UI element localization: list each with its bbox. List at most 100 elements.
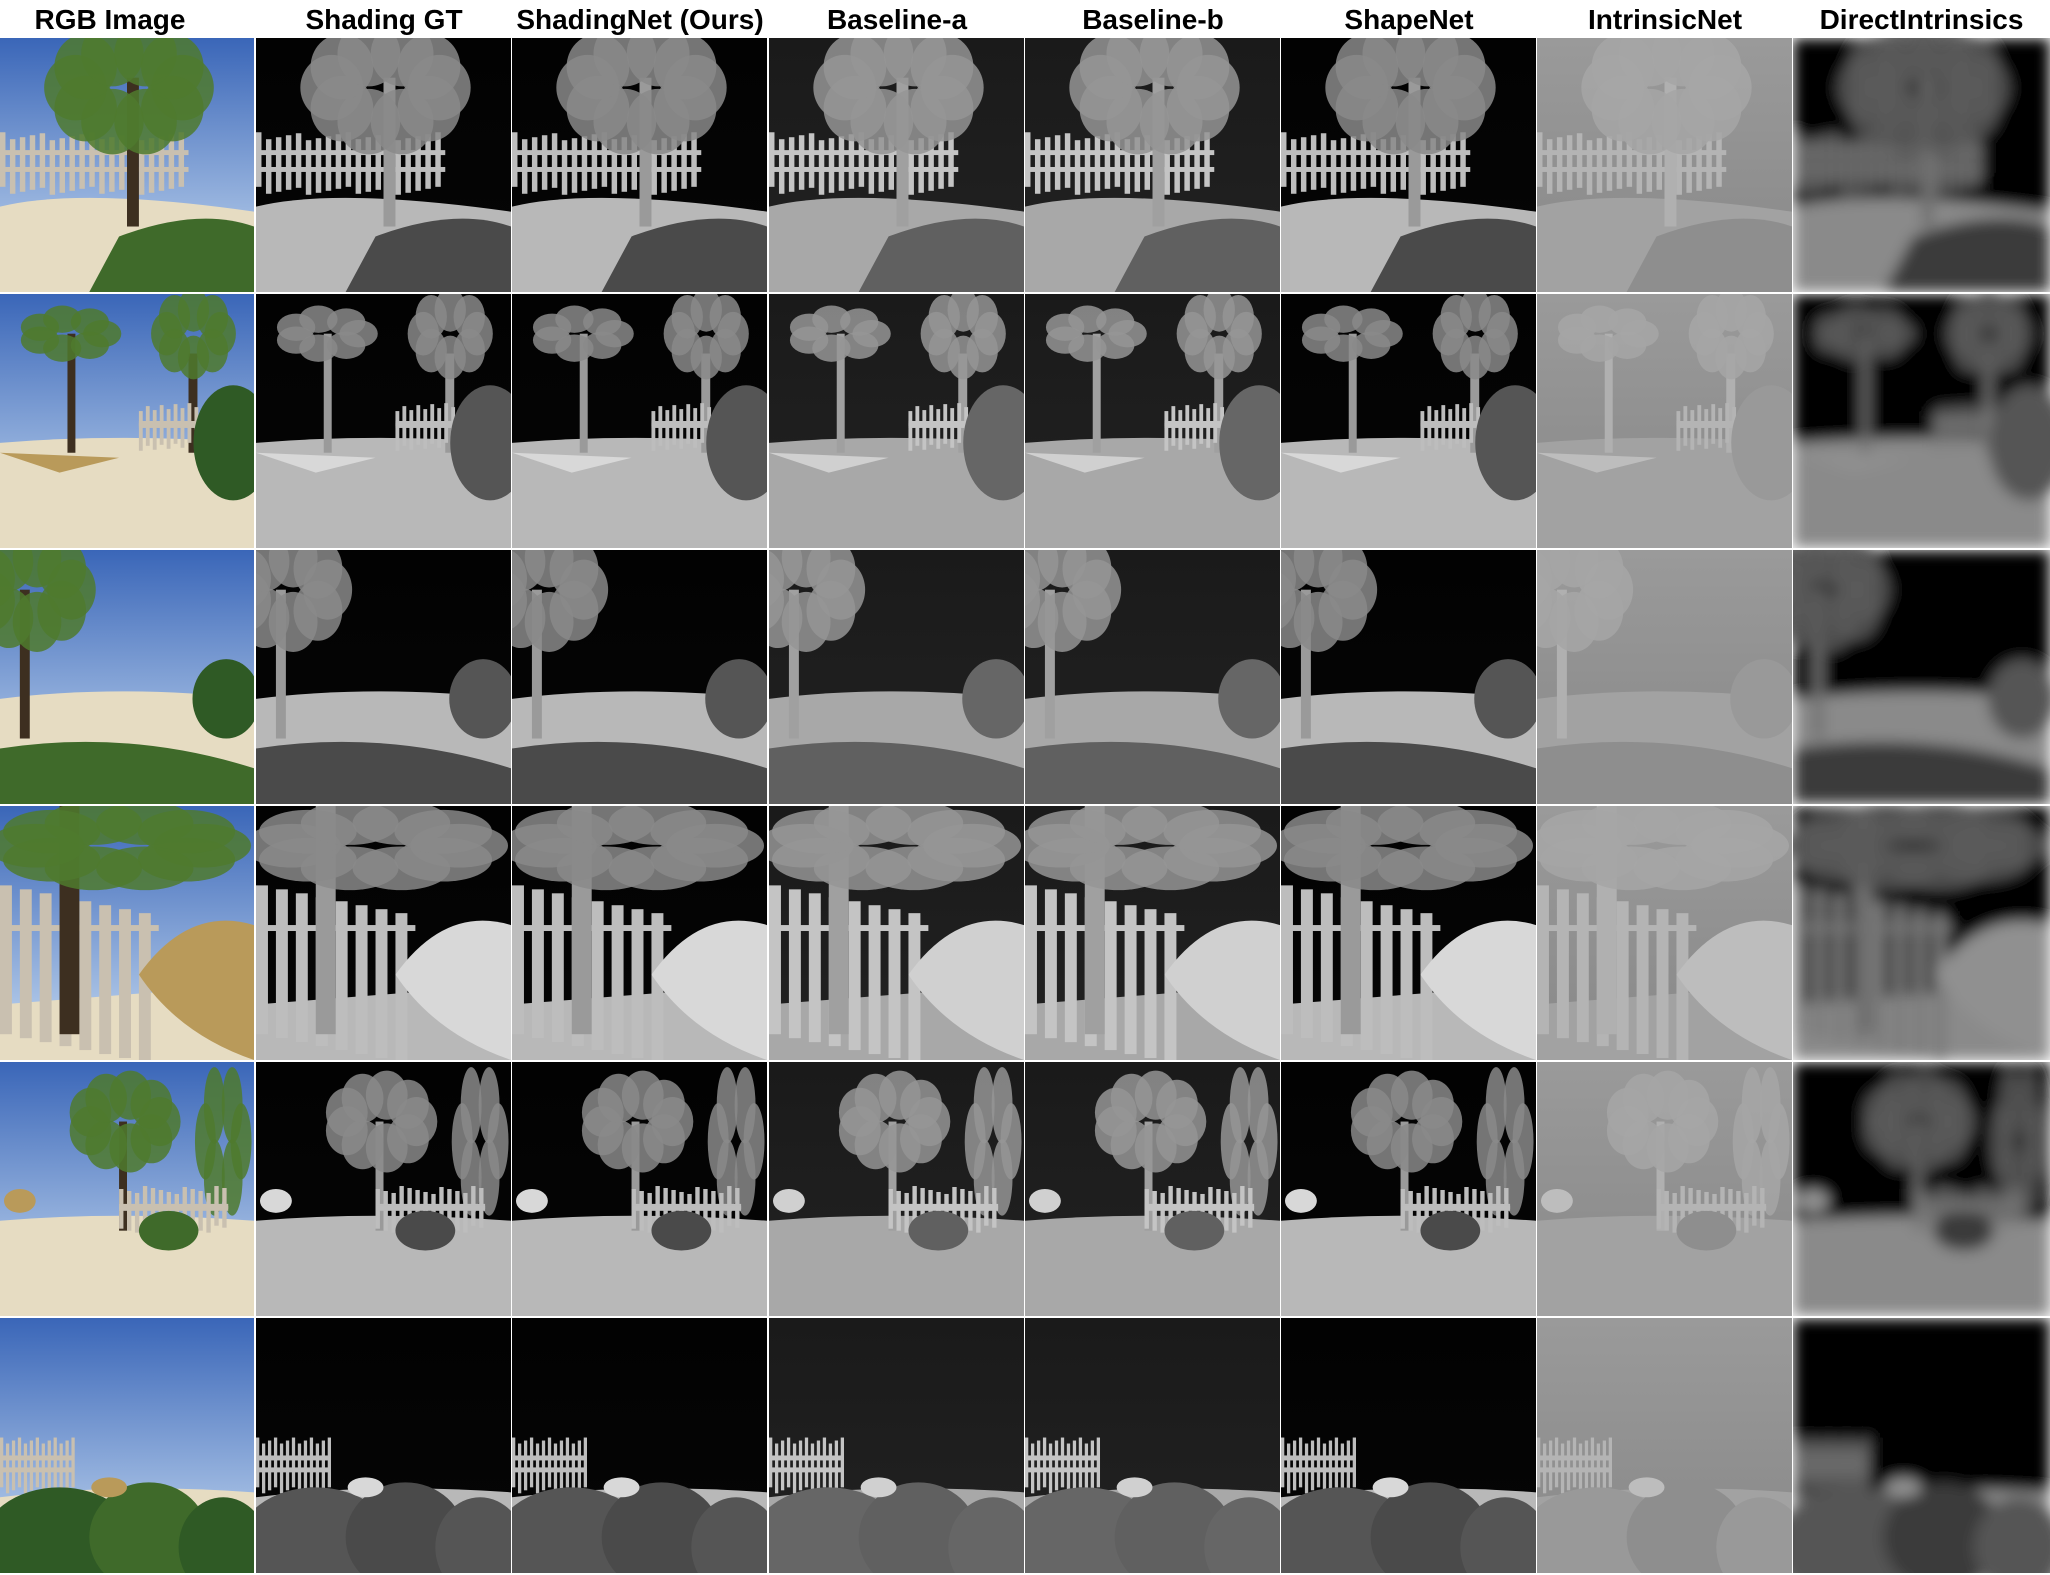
col-header-baseline-a: Baseline-a: [826, 4, 968, 35]
image-scene-5-intrinsicnet: [1537, 1062, 1792, 1316]
image-scene-4-shapenet: [1281, 806, 1536, 1060]
image-scene-4-intrinsicnet: [1537, 806, 1792, 1060]
col-header-rgb: RGB Image: [34, 4, 186, 35]
cell-scene-1-base_b: [1025, 38, 1280, 292]
cell-scene-3-base_b: [1025, 550, 1280, 804]
image-scene-5-shapenet: [1281, 1062, 1536, 1316]
image-scene-6-shapenet: [1281, 1318, 1536, 1573]
comparison-figure: RGB Image Shading GT ShadingNet (Ours) B…: [0, 0, 2050, 1575]
column-headers: RGB Image Shading GT ShadingNet (Ours) B…: [0, 0, 2050, 38]
image-scene-4-base_a: [769, 806, 1024, 1060]
image-scene-4-directintrinsics: [1793, 806, 2050, 1060]
image-scene-6-intrinsicnet: [1537, 1318, 1792, 1573]
cell-scene-6-directintrinsics: [1793, 1318, 2050, 1573]
image-scene-5-rgb: [0, 1062, 254, 1316]
image-scene-5-base_b: [1025, 1062, 1280, 1316]
image-scene-5-gt: [256, 1062, 511, 1316]
cell-scene-1-base_a: [769, 38, 1024, 292]
cell-scene-1-ours: [512, 38, 767, 292]
cell-scene-3-ours: [512, 550, 767, 804]
cell-scene-1-gt: [256, 38, 511, 292]
cell-scene-4-shapenet: [1281, 806, 1536, 1060]
cell-scene-6-gt: [256, 1318, 511, 1573]
image-scene-3-base_b: [1025, 550, 1280, 804]
cell-scene-4-rgb: [0, 806, 254, 1060]
col-header-shading-gt: Shading GT: [305, 4, 463, 35]
image-scene-3-base_a: [769, 550, 1024, 804]
cell-scene-3-base_a: [769, 550, 1024, 804]
cell-scene-2-directintrinsics: [1793, 294, 2050, 548]
col-header-shadingnet: ShadingNet (Ours): [516, 4, 764, 35]
image-scene-6-base_b: [1025, 1318, 1280, 1573]
cell-scene-5-gt: [256, 1062, 511, 1316]
image-scene-3-ours: [512, 550, 767, 804]
cell-scene-5-rgb: [0, 1062, 254, 1316]
image-scene-6-base_a: [769, 1318, 1024, 1573]
image-scene-2-directintrinsics: [1793, 294, 2050, 548]
cell-scene-1-intrinsicnet: [1537, 38, 1792, 292]
image-scene-2-rgb: [0, 294, 254, 548]
cell-scene-2-ours: [512, 294, 767, 548]
cell-scene-5-intrinsicnet: [1537, 1062, 1792, 1316]
image-scene-1-ours: [512, 38, 767, 292]
image-scene-1-gt: [256, 38, 511, 292]
image-scene-3-directintrinsics: [1793, 550, 2050, 804]
cell-scene-2-gt: [256, 294, 511, 548]
cell-scene-1-shapenet: [1281, 38, 1536, 292]
image-scene-3-intrinsicnet: [1537, 550, 1792, 804]
cell-scene-3-intrinsicnet: [1537, 550, 1792, 804]
col-header-intrinsicnet: IntrinsicNet: [1587, 4, 1743, 35]
cell-scene-6-ours: [512, 1318, 767, 1573]
cell-scene-4-intrinsicnet: [1537, 806, 1792, 1060]
image-scene-3-gt: [256, 550, 511, 804]
image-scene-2-base_a: [769, 294, 1024, 548]
image-scene-4-ours: [512, 806, 767, 1060]
cell-scene-4-directintrinsics: [1793, 806, 2050, 1060]
cell-scene-5-base_b: [1025, 1062, 1280, 1316]
image-scene-5-directintrinsics: [1793, 1062, 2050, 1316]
image-scene-1-intrinsicnet: [1537, 38, 1792, 292]
image-scene-1-base_b: [1025, 38, 1280, 292]
image-scene-4-base_b: [1025, 806, 1280, 1060]
cell-scene-5-directintrinsics: [1793, 1062, 2050, 1316]
image-scene-2-intrinsicnet: [1537, 294, 1792, 548]
cell-scene-5-shapenet: [1281, 1062, 1536, 1316]
cell-scene-2-rgb: [0, 294, 254, 548]
cell-scene-6-rgb: [0, 1318, 254, 1573]
cell-scene-2-base_b: [1025, 294, 1280, 548]
image-scene-5-ours: [512, 1062, 767, 1316]
image-scene-6-rgb: [0, 1318, 254, 1573]
cell-scene-3-rgb: [0, 550, 254, 804]
image-scene-2-ours: [512, 294, 767, 548]
cell-scene-3-gt: [256, 550, 511, 804]
cell-scene-4-base_a: [769, 806, 1024, 1060]
image-scene-3-rgb: [0, 550, 254, 804]
image-scene-4-rgb: [0, 806, 254, 1060]
image-scene-6-directintrinsics: [1793, 1318, 2050, 1573]
col-header-baseline-b: Baseline-b: [1082, 4, 1224, 35]
cell-scene-2-base_a: [769, 294, 1024, 548]
cell-scene-4-base_b: [1025, 806, 1280, 1060]
image-scene-1-base_a: [769, 38, 1024, 292]
cell-scene-2-intrinsicnet: [1537, 294, 1792, 548]
cell-scene-6-intrinsicnet: [1537, 1318, 1792, 1573]
image-scene-1-shapenet: [1281, 38, 1536, 292]
image-scene-1-rgb: [0, 38, 254, 292]
cell-scene-4-ours: [512, 806, 767, 1060]
cell-scene-6-shapenet: [1281, 1318, 1536, 1573]
image-scene-5-base_a: [769, 1062, 1024, 1316]
cell-scene-3-shapenet: [1281, 550, 1536, 804]
image-scene-2-base_b: [1025, 294, 1280, 548]
col-header-shapenet: ShapeNet: [1344, 4, 1474, 35]
cell-scene-6-base_a: [769, 1318, 1024, 1573]
image-scene-1-directintrinsics: [1793, 38, 2050, 292]
image-scene-2-shapenet: [1281, 294, 1536, 548]
cell-scene-5-base_a: [769, 1062, 1024, 1316]
image-scene-6-ours: [512, 1318, 767, 1573]
image-scene-2-gt: [256, 294, 511, 548]
cell-scene-2-shapenet: [1281, 294, 1536, 548]
cell-scene-6-base_b: [1025, 1318, 1280, 1573]
col-header-directintrinsics: DirectIntrinsics: [1819, 4, 2024, 35]
cell-scene-4-gt: [256, 806, 511, 1060]
cell-scene-5-ours: [512, 1062, 767, 1316]
